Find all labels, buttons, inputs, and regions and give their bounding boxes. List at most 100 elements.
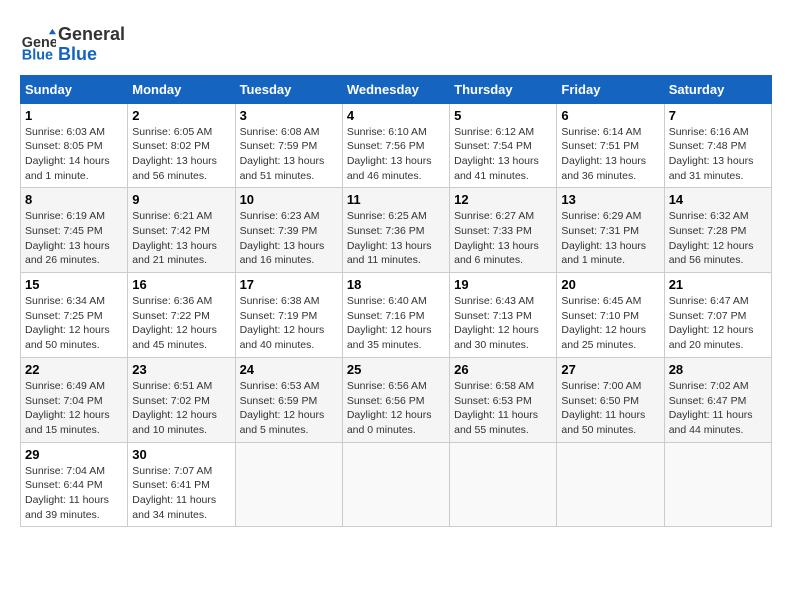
day-info: Sunrise: 6:16 AM Sunset: 7:48 PM Dayligh… xyxy=(669,125,767,184)
weekday-header-wednesday: Wednesday xyxy=(342,75,449,103)
day-number: 21 xyxy=(669,277,767,292)
day-info: Sunrise: 6:08 AM Sunset: 7:59 PM Dayligh… xyxy=(240,125,338,184)
calendar-week-row: 29 Sunrise: 7:04 AM Sunset: 6:44 PM Dayli… xyxy=(21,442,772,527)
logo-text-blue: Blue xyxy=(58,45,125,65)
day-info: Sunrise: 6:38 AM Sunset: 7:19 PM Dayligh… xyxy=(240,294,338,353)
day-number: 1 xyxy=(25,108,123,123)
calendar-cell: 19 Sunrise: 6:43 AM Sunset: 7:13 PM Dayli… xyxy=(450,273,557,358)
day-number: 30 xyxy=(132,447,230,462)
day-info: Sunrise: 6:29 AM Sunset: 7:31 PM Dayligh… xyxy=(561,209,659,268)
calendar-week-row: 1Sunrise: 6:03 AM Sunset: 8:05 PM Daylig… xyxy=(21,103,772,188)
calendar-cell: 27 Sunrise: 7:00 AM Sunset: 6:50 PM Dayli… xyxy=(557,357,664,442)
day-number: 28 xyxy=(669,362,767,377)
day-number: 3 xyxy=(240,108,338,123)
day-info: Sunrise: 6:56 AM Sunset: 6:56 PM Dayligh… xyxy=(347,379,445,438)
calendar-cell: 14Sunrise: 6:32 AM Sunset: 7:28 PM Dayli… xyxy=(664,188,771,273)
day-number: 2 xyxy=(132,108,230,123)
day-number: 20 xyxy=(561,277,659,292)
calendar-cell: 28 Sunrise: 7:02 AM Sunset: 6:47 PM Dayli… xyxy=(664,357,771,442)
calendar-cell: 2 Sunrise: 6:05 AM Sunset: 8:02 PM Daylig… xyxy=(128,103,235,188)
day-info: Sunrise: 6:51 AM Sunset: 7:02 PM Dayligh… xyxy=(132,379,230,438)
weekday-header-row: SundayMondayTuesdayWednesdayThursdayFrid… xyxy=(21,75,772,103)
calendar-cell xyxy=(450,442,557,527)
svg-text:Blue: Blue xyxy=(22,47,53,63)
day-info: Sunrise: 6:05 AM Sunset: 8:02 PM Dayligh… xyxy=(132,125,230,184)
day-info: Sunrise: 6:32 AM Sunset: 7:28 PM Dayligh… xyxy=(669,209,767,268)
day-info: Sunrise: 7:02 AM Sunset: 6:47 PM Dayligh… xyxy=(669,379,767,438)
day-number: 16 xyxy=(132,277,230,292)
day-number: 26 xyxy=(454,362,552,377)
calendar-cell: 26Sunrise: 6:58 AM Sunset: 6:53 PM Dayli… xyxy=(450,357,557,442)
day-info: Sunrise: 7:07 AM Sunset: 6:41 PM Dayligh… xyxy=(132,464,230,523)
calendar-cell: 16 Sunrise: 6:36 AM Sunset: 7:22 PM Dayli… xyxy=(128,273,235,358)
calendar-cell: 23 Sunrise: 6:51 AM Sunset: 7:02 PM Dayli… xyxy=(128,357,235,442)
calendar-cell: 21Sunrise: 6:47 AM Sunset: 7:07 PM Dayli… xyxy=(664,273,771,358)
day-info: Sunrise: 6:14 AM Sunset: 7:51 PM Dayligh… xyxy=(561,125,659,184)
day-info: Sunrise: 6:10 AM Sunset: 7:56 PM Dayligh… xyxy=(347,125,445,184)
day-number: 5 xyxy=(454,108,552,123)
day-number: 11 xyxy=(347,192,445,207)
calendar-cell: 22Sunrise: 6:49 AM Sunset: 7:04 PM Dayli… xyxy=(21,357,128,442)
calendar-cell xyxy=(664,442,771,527)
calendar-cell xyxy=(557,442,664,527)
day-number: 27 xyxy=(561,362,659,377)
calendar-week-row: 15 Sunrise: 6:34 AM Sunset: 7:25 PM Dayli… xyxy=(21,273,772,358)
calendar-week-row: 22Sunrise: 6:49 AM Sunset: 7:04 PM Dayli… xyxy=(21,357,772,442)
calendar-cell: 6 Sunrise: 6:14 AM Sunset: 7:51 PM Daylig… xyxy=(557,103,664,188)
day-number: 25 xyxy=(347,362,445,377)
calendar-cell: 9Sunrise: 6:21 AM Sunset: 7:42 PM Daylig… xyxy=(128,188,235,273)
calendar-week-row: 8Sunrise: 6:19 AM Sunset: 7:45 PM Daylig… xyxy=(21,188,772,273)
weekday-header-sunday: Sunday xyxy=(21,75,128,103)
calendar-cell: 24 Sunrise: 6:53 AM Sunset: 6:59 PM Dayli… xyxy=(235,357,342,442)
calendar-cell: 29 Sunrise: 7:04 AM Sunset: 6:44 PM Dayli… xyxy=(21,442,128,527)
calendar-cell: 11 Sunrise: 6:25 AM Sunset: 7:36 PM Dayli… xyxy=(342,188,449,273)
day-number: 29 xyxy=(25,447,123,462)
calendar-cell: 30 Sunrise: 7:07 AM Sunset: 6:41 PM Dayli… xyxy=(128,442,235,527)
calendar-cell: 8Sunrise: 6:19 AM Sunset: 7:45 PM Daylig… xyxy=(21,188,128,273)
day-info: Sunrise: 6:23 AM Sunset: 7:39 PM Dayligh… xyxy=(240,209,338,268)
calendar-cell: 4 Sunrise: 6:10 AM Sunset: 7:56 PM Daylig… xyxy=(342,103,449,188)
day-info: Sunrise: 6:27 AM Sunset: 7:33 PM Dayligh… xyxy=(454,209,552,268)
day-number: 24 xyxy=(240,362,338,377)
day-info: Sunrise: 6:49 AM Sunset: 7:04 PM Dayligh… xyxy=(25,379,123,438)
calendar-cell: 13 Sunrise: 6:29 AM Sunset: 7:31 PM Dayli… xyxy=(557,188,664,273)
weekday-header-tuesday: Tuesday xyxy=(235,75,342,103)
day-number: 19 xyxy=(454,277,552,292)
calendar-cell: 18Sunrise: 6:40 AM Sunset: 7:16 PM Dayli… xyxy=(342,273,449,358)
calendar-cell: 15 Sunrise: 6:34 AM Sunset: 7:25 PM Dayli… xyxy=(21,273,128,358)
day-number: 6 xyxy=(561,108,659,123)
day-info: Sunrise: 7:04 AM Sunset: 6:44 PM Dayligh… xyxy=(25,464,123,523)
day-info: Sunrise: 6:40 AM Sunset: 7:16 PM Dayligh… xyxy=(347,294,445,353)
weekday-header-saturday: Saturday xyxy=(664,75,771,103)
day-number: 8 xyxy=(25,192,123,207)
day-info: Sunrise: 6:43 AM Sunset: 7:13 PM Dayligh… xyxy=(454,294,552,353)
day-info: Sunrise: 6:34 AM Sunset: 7:25 PM Dayligh… xyxy=(25,294,123,353)
weekday-header-monday: Monday xyxy=(128,75,235,103)
weekday-header-friday: Friday xyxy=(557,75,664,103)
calendar-cell: 17 Sunrise: 6:38 AM Sunset: 7:19 PM Dayli… xyxy=(235,273,342,358)
calendar-cell xyxy=(235,442,342,527)
day-info: Sunrise: 6:21 AM Sunset: 7:42 PM Dayligh… xyxy=(132,209,230,268)
day-info: Sunrise: 6:53 AM Sunset: 6:59 PM Dayligh… xyxy=(240,379,338,438)
weekday-header-thursday: Thursday xyxy=(450,75,557,103)
day-info: Sunrise: 6:36 AM Sunset: 7:22 PM Dayligh… xyxy=(132,294,230,353)
calendar-cell: 7Sunrise: 6:16 AM Sunset: 7:48 PM Daylig… xyxy=(664,103,771,188)
day-info: Sunrise: 7:00 AM Sunset: 6:50 PM Dayligh… xyxy=(561,379,659,438)
day-number: 10 xyxy=(240,192,338,207)
calendar-cell: 10 Sunrise: 6:23 AM Sunset: 7:39 PM Dayli… xyxy=(235,188,342,273)
day-number: 12 xyxy=(454,192,552,207)
day-number: 15 xyxy=(25,277,123,292)
day-info: Sunrise: 6:25 AM Sunset: 7:36 PM Dayligh… xyxy=(347,209,445,268)
day-number: 4 xyxy=(347,108,445,123)
day-number: 13 xyxy=(561,192,659,207)
day-number: 23 xyxy=(132,362,230,377)
calendar-cell: 12 Sunrise: 6:27 AM Sunset: 7:33 PM Dayli… xyxy=(450,188,557,273)
logo: General Blue General Blue xyxy=(20,25,125,65)
calendar-table: SundayMondayTuesdayWednesdayThursdayFrid… xyxy=(20,75,772,528)
page-header: General Blue General Blue xyxy=(20,20,772,65)
calendar-cell: 20 Sunrise: 6:45 AM Sunset: 7:10 PM Dayli… xyxy=(557,273,664,358)
logo-text-general: General xyxy=(58,25,125,45)
day-info: Sunrise: 6:45 AM Sunset: 7:10 PM Dayligh… xyxy=(561,294,659,353)
day-number: 17 xyxy=(240,277,338,292)
calendar-cell: 3 Sunrise: 6:08 AM Sunset: 7:59 PM Daylig… xyxy=(235,103,342,188)
